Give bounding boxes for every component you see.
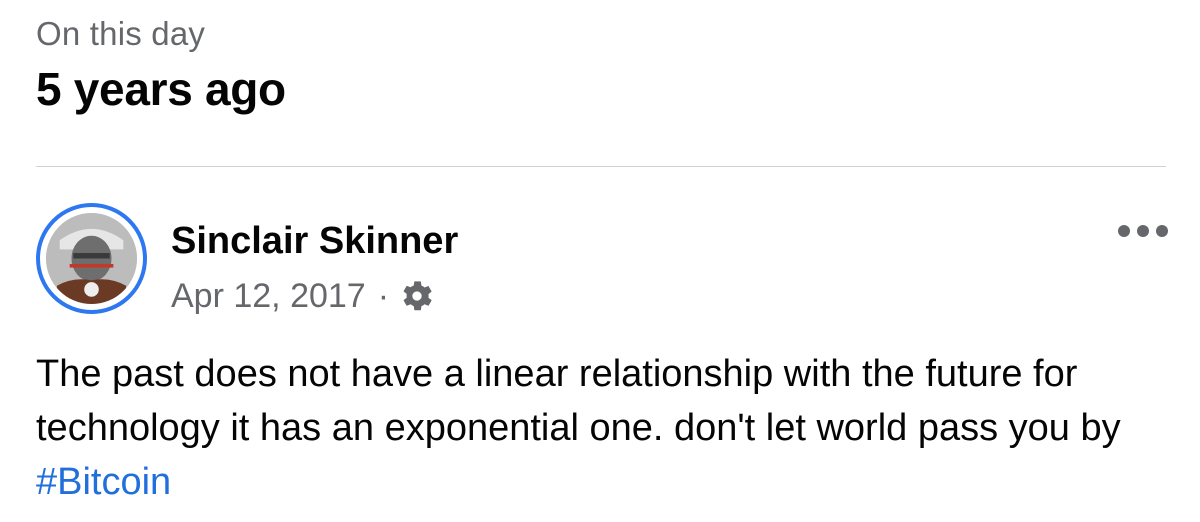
section-label: On this day bbox=[36, 15, 206, 52]
post-meta: Apr 12, 2017 · bbox=[171, 275, 433, 317]
post-text: The past does not have a linear relation… bbox=[36, 353, 1121, 449]
avatar-image bbox=[46, 213, 137, 304]
dot bbox=[1137, 225, 1149, 237]
dot bbox=[1156, 225, 1168, 237]
author-name[interactable]: Sinclair Skinner bbox=[171, 219, 458, 263]
more-options-icon[interactable] bbox=[1118, 219, 1168, 243]
section-title: 5 years ago bbox=[36, 63, 286, 115]
post-date[interactable]: Apr 12, 2017 bbox=[171, 275, 366, 317]
memory-header: On this day 5 years ago bbox=[36, 14, 286, 116]
post-card: Sinclair Skinner Apr 12, 2017 · The past… bbox=[0, 167, 1200, 522]
gear-icon[interactable] bbox=[401, 280, 433, 312]
hashtag-link[interactable]: #Bitcoin bbox=[36, 461, 171, 503]
avatar-photo bbox=[46, 213, 137, 304]
dot bbox=[1118, 225, 1130, 237]
meta-separator: · bbox=[377, 277, 390, 315]
post-body: The past does not have a linear relation… bbox=[36, 347, 1176, 509]
avatar[interactable] bbox=[36, 203, 147, 314]
